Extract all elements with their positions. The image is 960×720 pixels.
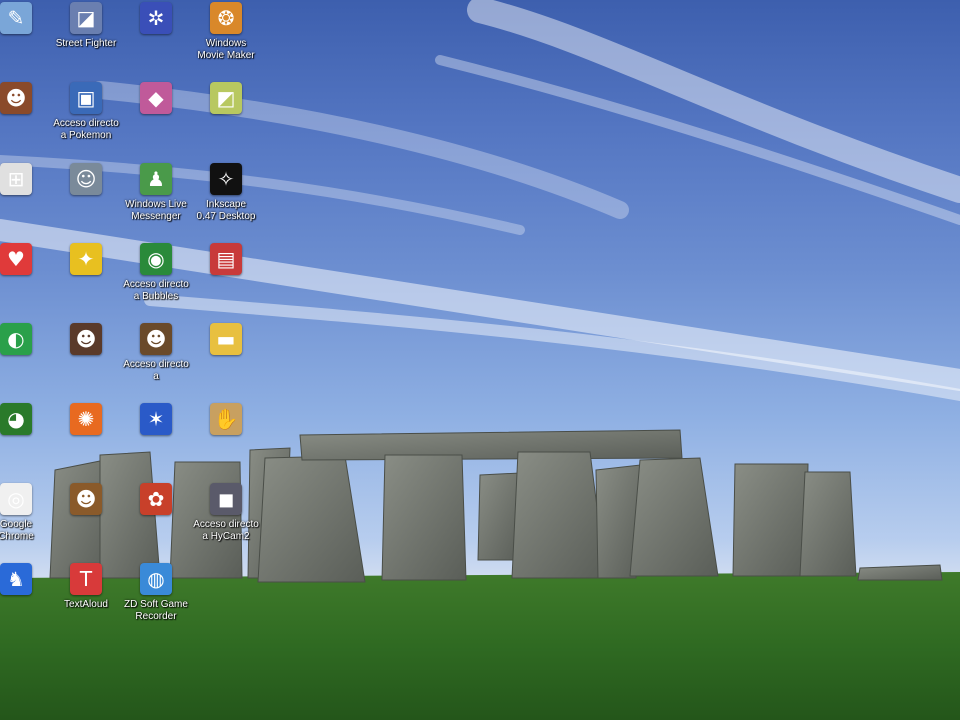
desktop-shortcut[interactable]: ♥ (0, 243, 54, 279)
desktop-shortcut[interactable]: ◩ (188, 82, 264, 118)
desktop-shortcut[interactable]: ◼ Acceso directo a HyCam2 (188, 483, 264, 543)
app-icon: ◆ (140, 82, 172, 114)
desktop-shortcut[interactable]: ♞ (0, 563, 54, 599)
shortcut-label: Acceso directo a Pokemon (53, 118, 119, 141)
app-icon: ♞ (0, 563, 32, 595)
app-icon: ◉ (140, 243, 172, 275)
desktop-shortcut[interactable]: ☻ (48, 483, 124, 519)
app-icon: ▣ (70, 82, 102, 114)
movie-maker-icon: ❂ (210, 2, 242, 34)
desktop-shortcut[interactable]: ◉ Acceso directo a Bubbles (118, 243, 194, 303)
inkscape-icon: ✧ (210, 163, 242, 195)
desktop-shortcut[interactable]: ✲ (118, 2, 194, 38)
app-icon: ✶ (140, 403, 172, 435)
desktop-shortcut[interactable]: ✿ (118, 483, 194, 519)
desktop-shortcut[interactable]: T TextAloud (48, 563, 124, 611)
app-icon: ☺ (70, 163, 102, 195)
shortcut-label: Acceso directo a (123, 359, 189, 382)
desktop-shortcut[interactable]: ◆ (118, 82, 194, 118)
desktop-shortcut[interactable]: ☻ (0, 82, 54, 118)
desktop-shortcut[interactable]: ▣ Acceso directo a Pokemon (48, 82, 124, 142)
desktop-shortcut[interactable]: ▬ (188, 323, 264, 359)
app-icon: ☻ (70, 483, 102, 515)
shortcut-label: TextAloud (64, 599, 108, 610)
desktop-shortcut[interactable]: ◎ Google Chrome (0, 483, 54, 543)
chrome-icon: ◎ (0, 483, 32, 515)
app-icon: ✲ (140, 2, 172, 34)
shortcut-label: Inkscape 0.47 Desktop (196, 199, 256, 222)
desktop-shortcut[interactable]: ⊞ (0, 163, 54, 199)
app-icon: ◐ (0, 323, 32, 355)
textaloud-icon: T (70, 563, 102, 595)
desktop-shortcut[interactable]: ✎ (0, 2, 54, 38)
desktop-shortcut[interactable]: ☻ Acceso directo a (118, 323, 194, 383)
camera-icon: ◼ (210, 483, 242, 515)
desktop-shortcut[interactable]: ◐ (0, 323, 54, 359)
app-icon: ▤ (210, 243, 242, 275)
shortcut-label: Google Chrome (0, 519, 34, 542)
shortcut-label: Acceso directo a HyCam2 (193, 519, 259, 542)
desktop-shortcut[interactable]: ☺ (48, 163, 124, 199)
desktop-shortcut[interactable]: ◪ Street Fighter (48, 2, 124, 50)
shortcut-label: Windows Movie Maker (197, 38, 255, 61)
desktop-shortcut[interactable]: ☻ (48, 323, 124, 359)
desktop-shortcut[interactable]: ▤ (188, 243, 264, 279)
shortcut-label: Street Fighter (55, 38, 117, 49)
app-icon: ☻ (70, 323, 102, 355)
desktop-shortcut[interactable]: ◕ (0, 403, 54, 439)
desktop[interactable]: ✎ ◪ Street Fighter ✲ ❂ Windows Movie Maker ☻ ▣… (0, 0, 960, 720)
shortcut-label: Windows Live Messenger (125, 199, 187, 222)
shortcut-label: Acceso directo a Bubbles (123, 279, 189, 302)
app-icon: ☻ (140, 323, 172, 355)
app-icon: ◪ (70, 2, 102, 34)
app-icon: ✦ (70, 243, 102, 275)
desktop-shortcut[interactable]: ✺ (48, 403, 124, 439)
app-icon: ✋ (210, 403, 242, 435)
desktop-shortcut[interactable]: ✋ (188, 403, 264, 439)
app-icon: ✺ (70, 403, 102, 435)
desktop-shortcut[interactable]: ✧ Inkscape 0.47 Desktop (188, 163, 264, 223)
desktop-shortcut[interactable]: ♟ Windows Live Messenger (118, 163, 194, 223)
game-recorder-icon: ◍ (140, 563, 172, 595)
app-icon: ◕ (0, 403, 32, 435)
app-icon: ☻ (0, 82, 32, 114)
app-icon: ◩ (210, 82, 242, 114)
shortcut-label: ZD Soft Game Recorder (124, 599, 188, 622)
desktop-shortcut[interactable]: ✦ (48, 243, 124, 279)
messenger-icon: ♟ (140, 163, 172, 195)
app-icon: ✎ (0, 2, 32, 34)
desktop-shortcut[interactable]: ◍ ZD Soft Game Recorder (118, 563, 194, 623)
desktop-shortcut[interactable]: ❂ Windows Movie Maker (188, 2, 264, 62)
app-icon: ✿ (140, 483, 172, 515)
windows-logo-icon: ⊞ (0, 163, 32, 195)
app-icon: ♥ (0, 243, 32, 275)
desktop-shortcut[interactable]: ✶ (118, 403, 194, 439)
folder-icon: ▬ (210, 323, 242, 355)
